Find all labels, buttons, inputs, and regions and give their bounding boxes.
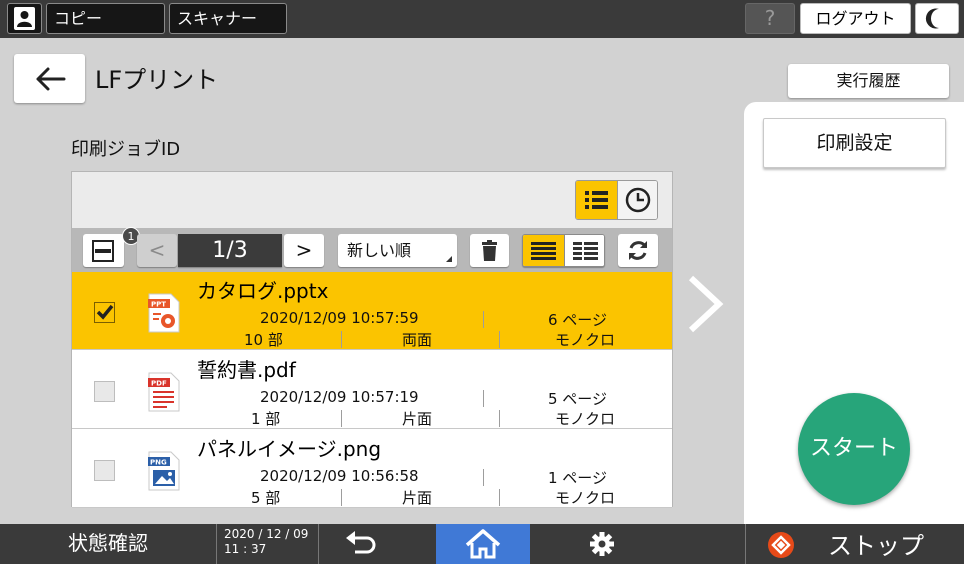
job-checkbox[interactable] — [94, 381, 115, 402]
density-toggle — [522, 234, 605, 267]
help-button[interactable]: ? — [745, 3, 795, 34]
divider — [341, 331, 342, 348]
print-settings-button[interactable]: 印刷設定 — [763, 118, 946, 168]
stop-button[interactable]: ストップ — [745, 524, 964, 564]
ppt-file-icon: PPT — [148, 293, 180, 333]
job-duplex: 片面 — [402, 489, 433, 507]
user-icon — [14, 7, 35, 30]
job-pages: 1 ページ — [548, 469, 608, 487]
gear-icon — [590, 532, 614, 556]
job-history-button[interactable]: 実行履歴 — [788, 64, 949, 98]
prev-page-button[interactable]: < — [137, 234, 177, 267]
grid-list-icon — [573, 242, 598, 260]
detail-view-button[interactable] — [523, 235, 564, 266]
stop-icon — [768, 532, 794, 558]
job-duplex: 片面 — [402, 410, 433, 428]
list-view-button[interactable] — [576, 181, 617, 219]
settings-button[interactable] — [585, 530, 619, 558]
trash-icon — [482, 240, 497, 261]
job-date: 2020/12/09 10:57:19 — [260, 388, 419, 406]
job-pages: 5 ページ — [548, 390, 608, 408]
select-all-button[interactable]: 1 — [83, 227, 140, 267]
start-button[interactable]: スタート — [798, 393, 910, 505]
history-view-button[interactable] — [617, 181, 657, 219]
divider — [341, 410, 342, 427]
job-row[interactable]: PNG パネルイメージ.png 2020/12/09 10:56:58 1 ペー… — [72, 430, 672, 508]
lines-icon — [531, 242, 556, 260]
logout-button[interactable]: ログアウト — [800, 3, 911, 34]
page-title: LFプリント — [95, 66, 219, 94]
job-list-panel: 1 < 1/3 > 新しい順 PPT カタログ.pptx 2020/12/09 … — [71, 171, 673, 508]
chevron-right-icon[interactable] — [683, 272, 727, 336]
top-bar: コピー スキャナー ? ログアウト — [0, 0, 964, 38]
status-check-button[interactable]: 状態確認 — [0, 524, 216, 564]
svg-text:PPT: PPT — [151, 301, 166, 309]
svg-text:PNG: PNG — [150, 459, 167, 467]
list-icon — [585, 191, 608, 209]
list-toolbar: 1 < 1/3 > 新しい順 — [72, 227, 672, 272]
next-page-button[interactable]: > — [284, 234, 324, 267]
pdf-file-icon: PDF — [148, 372, 180, 412]
divider — [483, 390, 484, 407]
refresh-icon — [629, 241, 647, 260]
divider — [499, 489, 500, 506]
job-copies: 10 部 — [244, 331, 283, 349]
energy-saver-button[interactable] — [915, 3, 959, 34]
divider — [499, 410, 500, 427]
job-file-name: カタログ.pptx — [197, 279, 329, 303]
job-color-mode: モノクロ — [555, 331, 616, 349]
divider — [499, 331, 500, 348]
check-icon — [94, 302, 115, 323]
home-icon — [465, 529, 501, 559]
job-date: 2020/12/09 10:57:59 — [260, 309, 419, 327]
sort-order-label: 新しい順 — [347, 241, 412, 260]
divider — [341, 489, 342, 506]
date-time-display: 2020 / 12 / 09 11 : 37 — [216, 524, 319, 564]
home-button[interactable] — [436, 524, 530, 564]
sort-order-select[interactable]: 新しい順 — [338, 234, 457, 267]
arrow-left-icon — [36, 67, 66, 91]
job-checkbox[interactable] — [94, 302, 115, 323]
job-checkbox[interactable] — [94, 460, 115, 481]
divider — [483, 311, 484, 328]
job-color-mode: モノクロ — [555, 410, 616, 428]
bottom-bar: 状態確認 2020 / 12 / 09 11 : 37 ストップ — [0, 524, 964, 564]
compact-view-button[interactable] — [564, 235, 604, 266]
job-color-mode: モノクロ — [555, 489, 616, 507]
stop-label: ストップ — [828, 532, 924, 560]
job-pages: 6 ページ — [548, 311, 608, 329]
divider — [483, 469, 484, 486]
job-copies: 1 部 — [251, 410, 281, 428]
date-text: 2020 / 12 / 09 — [224, 527, 309, 541]
moon-icon — [925, 8, 939, 29]
panel-header — [72, 172, 672, 228]
refresh-button[interactable] — [618, 234, 658, 267]
png-file-icon: PNG — [148, 451, 180, 491]
section-label: 印刷ジョブID — [71, 139, 181, 160]
svg-text:PDF: PDF — [151, 380, 167, 388]
job-copies: 5 部 — [251, 489, 281, 507]
dropdown-indicator-icon — [446, 256, 452, 262]
undo-back-button[interactable] — [331, 528, 393, 560]
select-checkbox-icon — [92, 240, 114, 262]
user-button[interactable] — [7, 3, 42, 34]
return-arrow-icon — [346, 531, 376, 554]
job-row[interactable]: PPT カタログ.pptx 2020/12/09 10:57:59 6 ページ … — [72, 272, 672, 350]
page-indicator: 1/3 — [178, 234, 282, 267]
time-text: 11 : 37 — [224, 542, 267, 556]
delete-button[interactable] — [470, 234, 509, 267]
clock-icon — [625, 187, 651, 213]
job-file-name: パネルイメージ.png — [197, 437, 382, 461]
back-button[interactable] — [14, 54, 85, 103]
scanner-app-button[interactable]: スキャナー — [169, 3, 287, 34]
job-duplex: 両面 — [402, 331, 433, 349]
view-mode-toggle — [575, 180, 658, 220]
job-date: 2020/12/09 10:56:58 — [260, 467, 419, 485]
job-row[interactable]: PDF 誓約書.pdf 2020/12/09 10:57:19 5 ページ 1 … — [72, 351, 672, 429]
job-file-name: 誓約書.pdf — [197, 358, 296, 382]
copy-app-button[interactable]: コピー — [46, 3, 165, 34]
